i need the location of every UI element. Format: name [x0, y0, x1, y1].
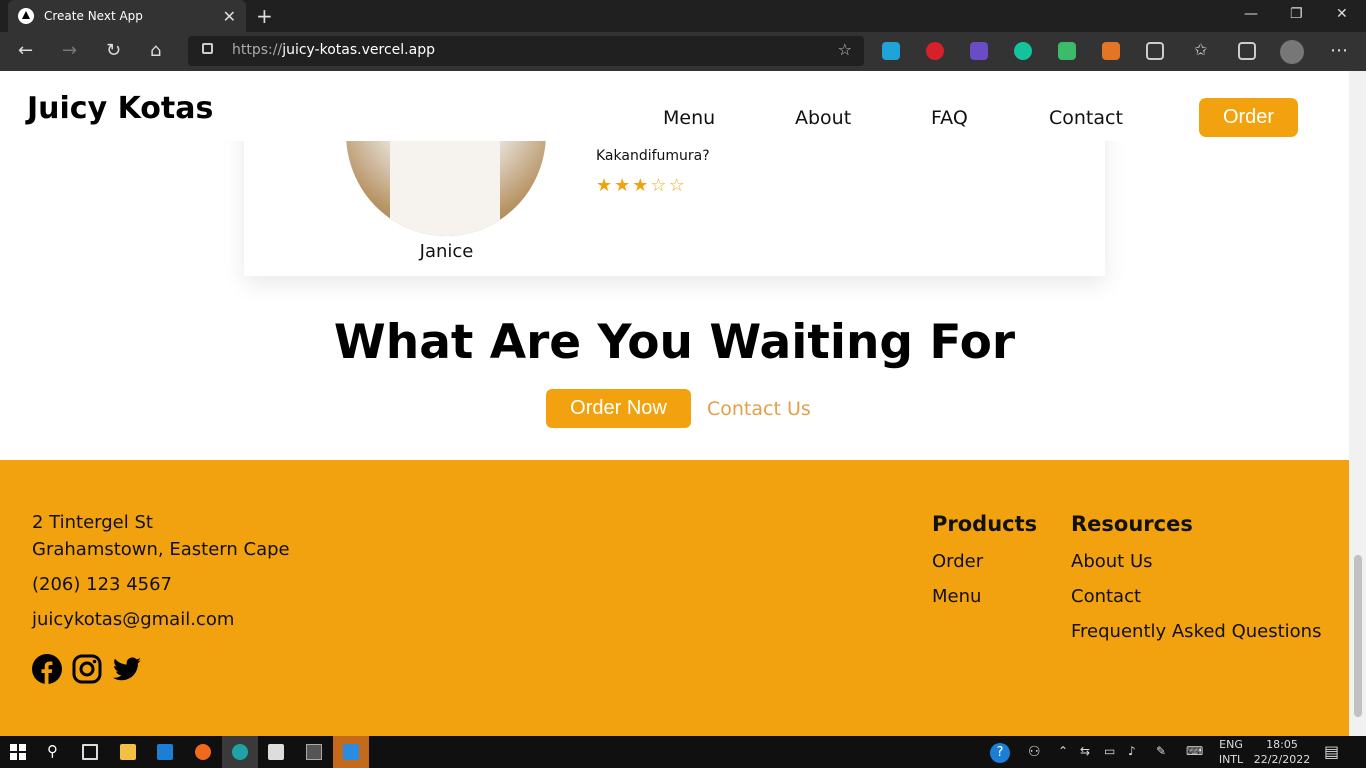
- store-icon[interactable]: [268, 744, 284, 760]
- terminal-icon[interactable]: [306, 744, 322, 760]
- collections-icon[interactable]: [1238, 42, 1256, 60]
- cta-heading: What Are You Waiting For: [333, 315, 1016, 370]
- profile-avatar[interactable]: [1280, 40, 1304, 64]
- address-bar[interactable]: https://juicy-kotas.vercel.app ☆: [188, 36, 864, 66]
- star-filled-icon: ★: [596, 175, 615, 196]
- url-text[interactable]: https://juicy-kotas.vercel.app: [232, 42, 435, 58]
- clock[interactable]: 18:05 22/2/2022: [1252, 737, 1312, 767]
- review-text: Kakandifumura?: [596, 148, 710, 164]
- products-heading: Products: [932, 512, 1038, 536]
- keyboard-icon[interactable]: ⌨: [1186, 744, 1203, 758]
- star-filled-icon: ★: [632, 175, 651, 196]
- footer-link-order[interactable]: Order: [932, 551, 983, 572]
- restore-icon[interactable]: ❐: [1290, 6, 1303, 22]
- add-favorite-icon[interactable]: ☆: [838, 40, 852, 59]
- browser-tab[interactable]: Create Next App ✕: [8, 0, 246, 32]
- input-language[interactable]: ENG INTL: [1214, 737, 1248, 767]
- facebook-icon[interactable]: [32, 654, 62, 684]
- browser-toolbar: ← → ↻ ⌂ https://juicy-kotas.vercel.app ☆…: [0, 32, 1366, 71]
- file-explorer-icon[interactable]: [120, 744, 136, 760]
- keyboard-layout: INTL: [1218, 753, 1244, 766]
- email-address[interactable]: juicykotas@gmail.com: [32, 609, 234, 630]
- mail-icon[interactable]: [157, 744, 173, 760]
- lock-icon[interactable]: [202, 43, 213, 54]
- contact-us-link[interactable]: Contact Us: [707, 398, 811, 420]
- footer-link-faq[interactable]: Frequently Asked Questions: [1071, 621, 1321, 642]
- forward-icon[interactable]: →: [62, 40, 77, 61]
- nav-link-menu[interactable]: Menu: [663, 107, 715, 129]
- order-now-button[interactable]: Order Now: [546, 389, 691, 428]
- vscode-icon[interactable]: [343, 744, 359, 760]
- page-viewport: Juicy Kotas Menu About FAQ Contact Order…: [0, 71, 1349, 736]
- url-scheme: https://: [232, 42, 283, 58]
- grammarly-extension-icon[interactable]: [1014, 42, 1032, 60]
- footer-link-menu[interactable]: Menu: [932, 586, 981, 607]
- adblock-extension-icon[interactable]: [926, 42, 944, 60]
- footer-link-contact[interactable]: Contact: [1071, 586, 1141, 607]
- footer-link-about-us[interactable]: About Us: [1071, 551, 1153, 572]
- people-icon[interactable]: ⚇: [1028, 744, 1041, 760]
- search-icon[interactable]: ⚲: [47, 742, 63, 760]
- instagram-icon[interactable]: [72, 654, 102, 684]
- url-host: juicy-kotas.vercel.app: [282, 42, 435, 58]
- task-view-icon[interactable]: [82, 744, 98, 760]
- firefox-icon[interactable]: [195, 744, 211, 760]
- clock-date: 22/2/2022: [1253, 753, 1311, 766]
- tab-close-icon[interactable]: ✕: [223, 7, 236, 26]
- resources-heading: Resources: [1071, 512, 1193, 536]
- scrollbar-thumb[interactable]: [1354, 555, 1362, 717]
- volume-icon[interactable]: ♪: [1128, 744, 1136, 758]
- star-empty-icon: ☆: [650, 175, 669, 196]
- extensions-icon[interactable]: [1146, 42, 1164, 60]
- page-scrollbar[interactable]: [1349, 71, 1366, 736]
- metamask-extension-icon[interactable]: [1102, 42, 1120, 60]
- star-filled-icon: ★: [614, 175, 633, 196]
- tab-title: Create Next App: [44, 9, 143, 23]
- language-code: ENG: [1219, 738, 1243, 751]
- star-rating: ★★★☆☆: [596, 175, 687, 196]
- reload-icon[interactable]: ↻: [106, 40, 121, 61]
- address-line-2: Grahamstown, Eastern Cape: [32, 539, 290, 560]
- edge-icon[interactable]: [232, 744, 248, 760]
- nav-link-faq[interactable]: FAQ: [931, 107, 968, 129]
- help-icon[interactable]: ?: [990, 743, 1010, 763]
- language-bar-icon[interactable]: ⇆: [1080, 744, 1090, 758]
- translate-extension-icon[interactable]: [882, 42, 900, 60]
- windows-start-icon[interactable]: [10, 744, 26, 760]
- site-header: Juicy Kotas Menu About FAQ Contact Order: [0, 71, 1349, 141]
- nextjs-favicon-icon: [18, 8, 34, 24]
- show-hidden-icons-icon[interactable]: ⌃: [1058, 744, 1068, 758]
- back-icon[interactable]: ←: [18, 40, 33, 61]
- window-close-icon[interactable]: ✕: [1336, 6, 1348, 22]
- browser-tab-bar: Create Next App ✕ + — ❐ ✕: [0, 0, 1366, 32]
- windows-taskbar: ⚲ ? ⚇ ⌃ ⇆ ▭ ♪ ✎ ⌨ ENG INTL 18:05 22/2/2022…: [0, 736, 1366, 768]
- nav-link-about[interactable]: About: [795, 107, 851, 129]
- site-footer: 2 Tintergel St Grahamstown, Eastern Cape…: [0, 460, 1349, 736]
- notifications-icon[interactable]: ▤: [1324, 742, 1339, 761]
- extension-icon[interactable]: [1058, 42, 1076, 60]
- reviewer-name: Janice: [419, 241, 474, 262]
- network-icon[interactable]: ▭: [1104, 744, 1115, 758]
- more-options-icon[interactable]: ⋯: [1330, 40, 1348, 61]
- pen-icon[interactable]: ✎: [1156, 744, 1166, 758]
- star-empty-icon: ☆: [668, 175, 687, 196]
- header-order-button[interactable]: Order: [1199, 98, 1298, 137]
- new-tab-icon[interactable]: +: [256, 4, 273, 28]
- phone-number[interactable]: (206) 123 4567: [32, 574, 172, 595]
- address-line-1: 2 Tintergel St: [32, 512, 153, 533]
- clock-time: 18:05: [1266, 738, 1298, 751]
- site-brand[interactable]: Juicy Kotas: [27, 91, 213, 126]
- favorites-icon[interactable]: ✩: [1194, 40, 1212, 59]
- extension-icon[interactable]: [970, 42, 988, 60]
- twitter-icon[interactable]: [112, 654, 142, 684]
- home-icon[interactable]: ⌂: [150, 40, 161, 61]
- minimize-icon[interactable]: —: [1244, 6, 1258, 22]
- nav-link-contact[interactable]: Contact: [1049, 107, 1123, 129]
